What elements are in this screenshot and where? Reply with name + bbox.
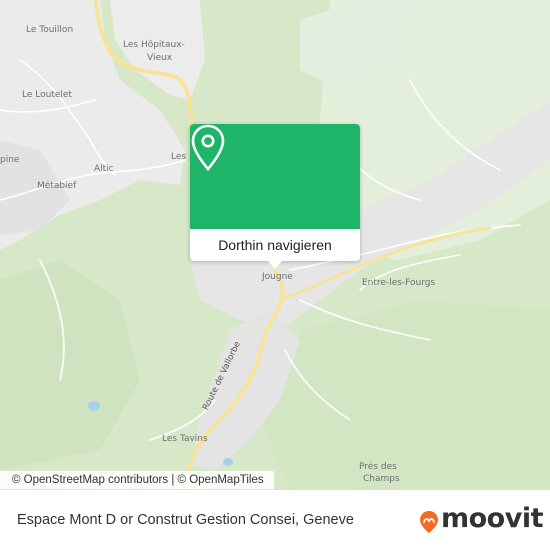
location-pin-icon — [191, 124, 225, 171]
place-label: Vieux — [147, 53, 173, 63]
osm-attribution-link[interactable]: © OpenStreetMap contributors — [12, 474, 168, 486]
omt-attribution-link[interactable]: © OpenMapTiles — [178, 474, 264, 486]
moovit-logo-icon — [420, 511, 438, 533]
popup-pointer — [268, 261, 282, 269]
place-label: Le Loutelet — [22, 90, 72, 100]
destination-popup: Dorthin navigieren — [190, 124, 360, 269]
place-label: Entre-les-Fourgs — [362, 278, 436, 288]
map-attribution: © OpenStreetMap contributors | © OpenMap… — [0, 471, 274, 489]
place-label: pine — [0, 155, 20, 165]
place-label: Métabief — [37, 181, 77, 191]
place-label: Les Tavins — [162, 434, 208, 444]
place-label: Les — [171, 152, 187, 162]
place-label: Champs — [363, 474, 400, 484]
navigate-button[interactable]: Dorthin navigieren — [190, 229, 360, 261]
place-label: Prés des — [359, 462, 397, 472]
moovit-logo-text: moovit — [441, 503, 544, 534]
moovit-logo[interactable]: moovit — [419, 503, 544, 534]
place-label: Le Touillon — [26, 25, 74, 35]
destination-title: Espace Mont D or Construt Gestion Consei… — [17, 512, 354, 528]
attribution-separator: | — [171, 474, 175, 486]
popup-header — [190, 124, 360, 229]
place-label: Les Hôpitaux- — [123, 40, 185, 50]
place-label: Jougne — [262, 272, 293, 282]
place-label: Altic — [94, 164, 114, 174]
map-view[interactable]: Le Touillon Les Hôpitaux- Vieux Le Loute… — [0, 0, 550, 490]
